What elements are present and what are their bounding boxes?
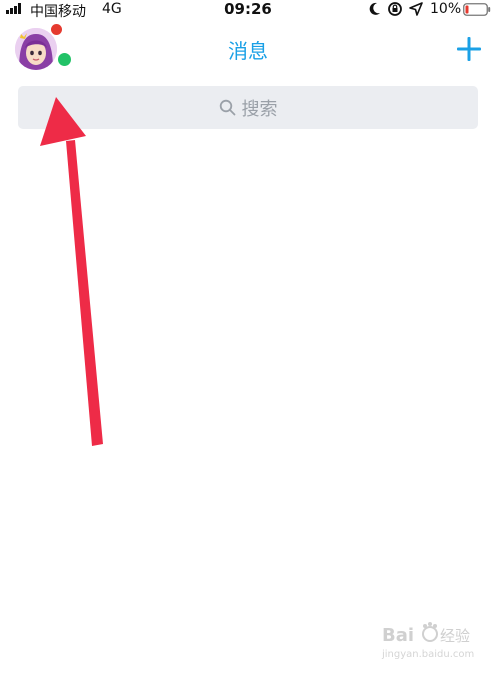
svg-text:Bai: Bai: [382, 625, 414, 646]
watermark-graphic: Bai 经验 jingyan.baidu.com: [381, 622, 474, 660]
annotation-arrow: [40, 97, 103, 446]
svg-text:jingyan.baidu.com: jingyan.baidu.com: [381, 649, 474, 660]
svg-text:经验: 经验: [440, 627, 470, 645]
watermark-logo: Bai 经验 jingyan.baidu.com: [378, 615, 488, 663]
screen: 中国移动 4G 09:26 10% 消息 搜索 Bai 经验 jingyan.b…: [0, 0, 496, 673]
